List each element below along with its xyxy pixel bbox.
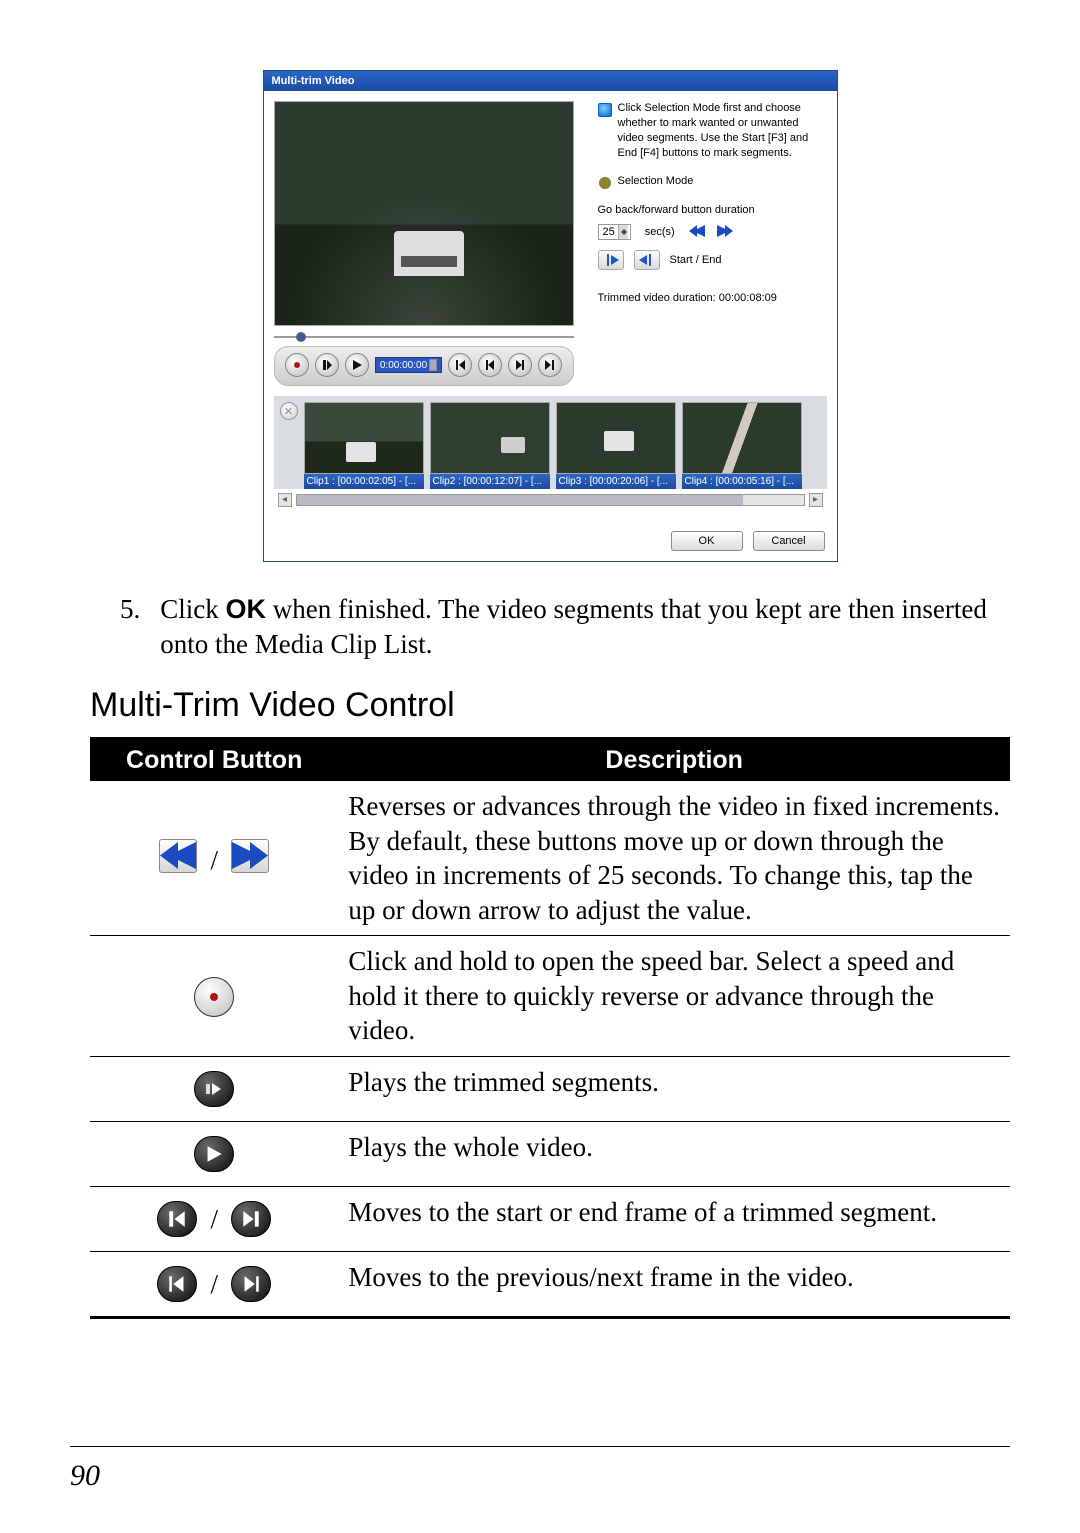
- table-header-button: Control Button: [90, 739, 338, 782]
- forward-fixed-icon: [231, 839, 269, 873]
- duration-label: Go back/forward button duration: [598, 204, 827, 216]
- info-icon: [598, 103, 612, 117]
- play-trimmed-button[interactable]: [315, 353, 339, 377]
- callout-text: Click Selection Mode first and choose wh…: [618, 101, 827, 160]
- mark-end-button[interactable]: [634, 250, 660, 270]
- table-row: / Moves to the start or end frame of a t…: [90, 1187, 1010, 1252]
- page-number: 90: [70, 1459, 100, 1493]
- goto-segment-end-icon: [231, 1201, 271, 1237]
- table-row: / Reverses or advances through the video…: [90, 781, 1010, 936]
- segment-start-button[interactable]: [448, 353, 472, 377]
- prev-frame-button[interactable]: [478, 353, 502, 377]
- playback-navbar: 0:00:00:00: [274, 346, 574, 386]
- selection-mode-icon: [598, 176, 612, 190]
- preview-scrubber[interactable]: [274, 332, 574, 342]
- next-frame-button[interactable]: [508, 353, 532, 377]
- table-row: Click and hold to open the speed bar. Se…: [90, 936, 1010, 1057]
- play-trimmed-icon: [194, 1071, 234, 1107]
- cancel-button[interactable]: Cancel: [753, 531, 825, 551]
- clip-4[interactable]: Clip4 : [00:00:05:16] - [...: [682, 402, 802, 489]
- play-all-icon: [194, 1136, 234, 1172]
- table-header-desc: Description: [338, 739, 1010, 782]
- duration-spinbox[interactable]: 25: [598, 224, 631, 240]
- jog-dial-button[interactable]: [285, 353, 309, 377]
- secs-label: sec(s): [645, 226, 675, 238]
- trimmed-duration-label: Trimmed video duration: 00:00:08:09: [598, 292, 827, 304]
- step-5: 5. Click OK when finished. The video seg…: [120, 592, 1010, 662]
- multi-trim-dialog: Multi-trim Video 0:00:00:00: [263, 70, 838, 562]
- section-title: Multi-Trim Video Control: [90, 686, 1010, 725]
- rewind-fixed-icon: [159, 839, 197, 873]
- clip-3[interactable]: Clip3 : [00:00:20:06] - [...: [556, 402, 676, 489]
- clips-scroll-right[interactable]: ▸: [809, 493, 823, 507]
- clip-1[interactable]: Clip1 : [00:00:02:05] - [...: [304, 402, 424, 489]
- controls-table: Control Button Description / Reverses or…: [90, 737, 1010, 1319]
- go-forward-button[interactable]: [717, 225, 733, 240]
- ok-button[interactable]: OK: [671, 531, 743, 551]
- footer-rule: [70, 1446, 1010, 1447]
- prev-frame-icon: [157, 1266, 197, 1302]
- segment-end-button[interactable]: [538, 353, 562, 377]
- go-back-button[interactable]: [689, 225, 705, 240]
- dialog-titlebar: Multi-trim Video: [264, 71, 837, 91]
- clips-scrollbar[interactable]: [296, 494, 805, 506]
- table-row: Plays the trimmed segments.: [90, 1057, 1010, 1122]
- startend-label: Start / End: [670, 254, 722, 266]
- timecode-field[interactable]: 0:00:00:00: [375, 357, 442, 373]
- table-row: Plays the whole video.: [90, 1122, 1010, 1187]
- mark-start-button[interactable]: [598, 250, 624, 270]
- delete-clip-button[interactable]: ✕: [280, 402, 298, 420]
- next-frame-icon: [231, 1266, 271, 1302]
- play-button[interactable]: [345, 353, 369, 377]
- clips-scroll-left[interactable]: ◂: [278, 493, 292, 507]
- goto-segment-start-icon: [157, 1201, 197, 1237]
- clip-2[interactable]: Clip2 : [00:00:12:07] - [...: [430, 402, 550, 489]
- video-preview: [274, 101, 574, 326]
- selection-mode-button[interactable]: Selection Mode: [598, 174, 827, 190]
- jog-dial-icon: [194, 977, 234, 1017]
- table-row: / Moves to the previous/next frame in th…: [90, 1252, 1010, 1318]
